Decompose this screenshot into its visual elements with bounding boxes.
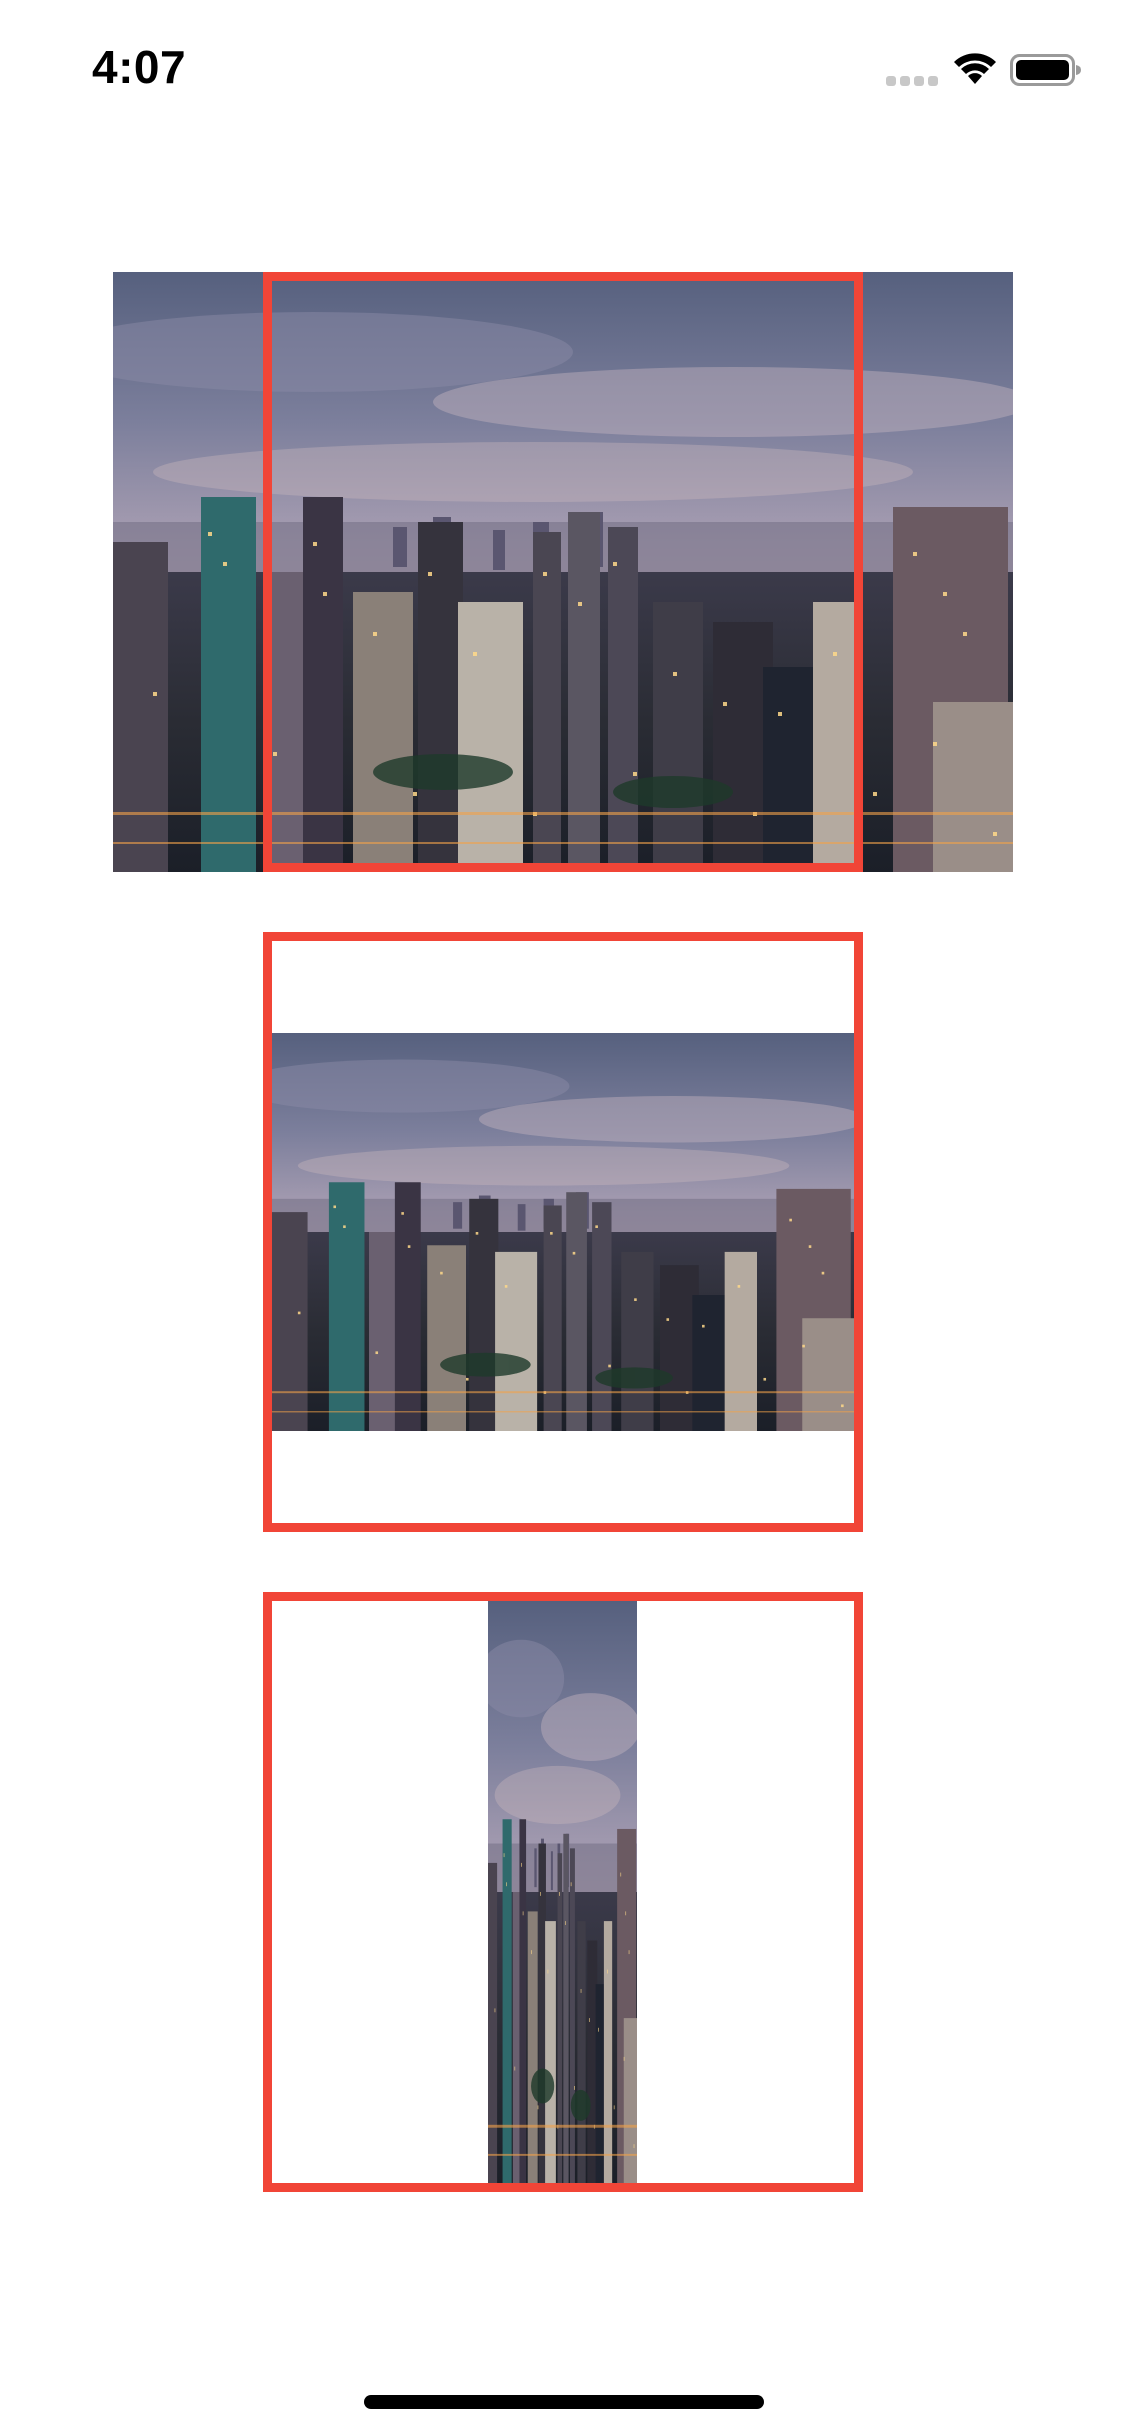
wifi-icon xyxy=(954,53,996,84)
image-view-frame xyxy=(263,272,863,872)
status-bar: 4:07 xyxy=(0,0,1125,140)
home-indicator[interactable] xyxy=(364,2395,764,2409)
image-view-frame xyxy=(263,932,863,1532)
status-time: 4:07 xyxy=(92,41,187,93)
image-view-frame xyxy=(263,1592,863,2192)
battery-full-icon xyxy=(1010,54,1081,86)
cellular-signal-icon xyxy=(886,76,938,88)
